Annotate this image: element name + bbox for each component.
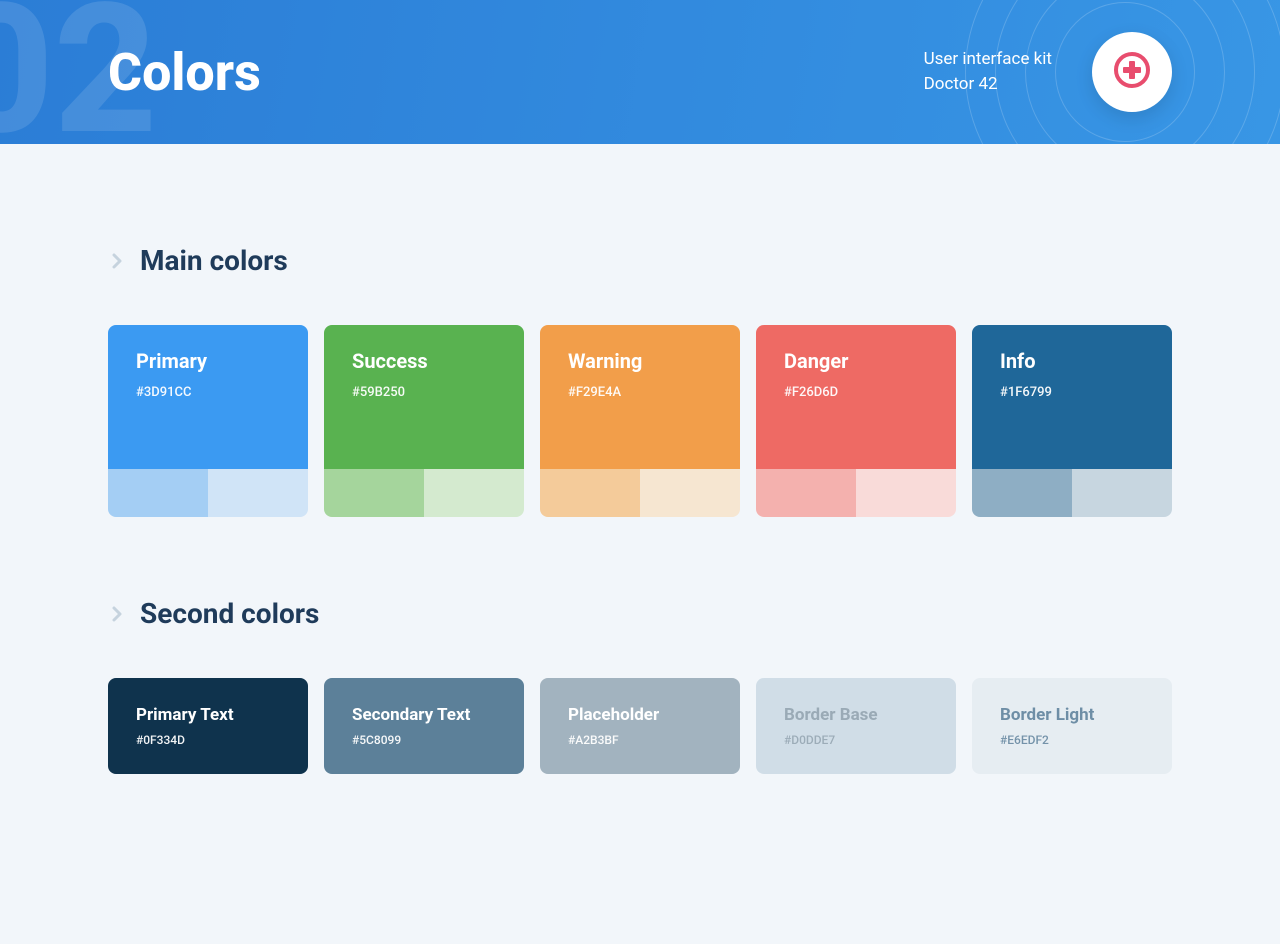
section-second-colors: Second colors Primary Text #0F334D Seconda…	[108, 597, 1172, 774]
section-title: Main colors	[140, 244, 288, 277]
section-heading: Second colors	[108, 597, 1172, 630]
swatch-name: Primary	[136, 349, 280, 373]
swatch-hex: #1F6799	[1000, 385, 1144, 400]
swatch-tints	[756, 469, 956, 517]
swatch-main: Info #1F6799	[972, 325, 1172, 469]
swatch-main: Success #59B250	[324, 325, 524, 469]
color-swatch: Border Light #E6EDF2	[972, 678, 1172, 774]
swatch-hex: #5C8099	[352, 733, 496, 747]
chevron-right-icon	[108, 252, 126, 270]
swatch-tint-1	[756, 469, 856, 517]
swatch-tints	[972, 469, 1172, 517]
meta-line-2: Doctor 42	[924, 72, 1052, 98]
swatch-name: Success	[352, 349, 496, 373]
section-title: Second colors	[140, 597, 319, 630]
swatch-hex: #F29E4A	[568, 385, 712, 400]
color-swatch: Border Base #D0DDE7	[756, 678, 956, 774]
swatch-tint-1	[540, 469, 640, 517]
chevron-right-icon	[108, 605, 126, 623]
swatch-name: Border Light	[1000, 705, 1144, 725]
swatch-hex: #59B250	[352, 385, 496, 400]
swatch-name: Secondary Text	[352, 705, 496, 725]
color-swatch: Primary #3D91CC	[108, 325, 308, 517]
swatch-tint-1	[324, 469, 424, 517]
logo-badge	[1092, 32, 1172, 112]
swatch-main: Danger #F26D6D	[756, 325, 956, 469]
meta-line-1: User interface kit	[924, 47, 1052, 73]
color-swatch: Info #1F6799	[972, 325, 1172, 517]
medical-cross-icon	[1112, 50, 1152, 94]
swatch-hex: #F26D6D	[784, 385, 928, 400]
page-title: Colors	[108, 42, 261, 103]
swatch-name: Primary Text	[136, 705, 280, 725]
color-swatch: Primary Text #0F334D	[108, 678, 308, 774]
swatch-name: Border Base	[784, 705, 928, 725]
swatch-hex: #3D91CC	[136, 385, 280, 400]
main-swatches: Primary #3D91CC Success #59B250 Warning #F29E…	[108, 325, 1172, 517]
swatch-hex: #0F334D	[136, 733, 280, 747]
swatch-hex: #E6EDF2	[1000, 733, 1144, 747]
section-main-colors: Main colors Primary #3D91CC Success #59B250…	[108, 244, 1172, 517]
color-swatch: Danger #F26D6D	[756, 325, 956, 517]
swatch-tint-2	[856, 469, 956, 517]
swatch-tints	[540, 469, 740, 517]
second-swatches: Primary Text #0F334D Secondary Text #5C8099…	[108, 678, 1172, 774]
swatch-tints	[108, 469, 308, 517]
swatch-hex: #D0DDE7	[784, 733, 928, 747]
swatch-tints	[324, 469, 524, 517]
header-meta: User interface kit Doctor 42	[924, 47, 1052, 98]
swatch-tint-1	[972, 469, 1072, 517]
swatch-tint-2	[1072, 469, 1172, 517]
color-swatch: Secondary Text #5C8099	[324, 678, 524, 774]
swatch-name: Danger	[784, 349, 928, 373]
color-swatch: Placeholder #A2B3BF	[540, 678, 740, 774]
content: Main colors Primary #3D91CC Success #59B250…	[0, 144, 1280, 894]
swatch-name: Placeholder	[568, 705, 712, 725]
swatch-hex: #A2B3BF	[568, 733, 712, 747]
color-swatch: Success #59B250	[324, 325, 524, 517]
swatch-tint-2	[208, 469, 308, 517]
swatch-name: Warning	[568, 349, 712, 373]
section-heading: Main colors	[108, 244, 1172, 277]
swatch-main: Warning #F29E4A	[540, 325, 740, 469]
header: Colors User interface kit Doctor 42	[0, 0, 1280, 144]
header-right: User interface kit Doctor 42	[924, 32, 1172, 112]
swatch-tint-1	[108, 469, 208, 517]
swatch-name: Info	[1000, 349, 1144, 373]
swatch-main: Primary #3D91CC	[108, 325, 308, 469]
color-swatch: Warning #F29E4A	[540, 325, 740, 517]
swatch-tint-2	[424, 469, 524, 517]
swatch-tint-2	[640, 469, 740, 517]
